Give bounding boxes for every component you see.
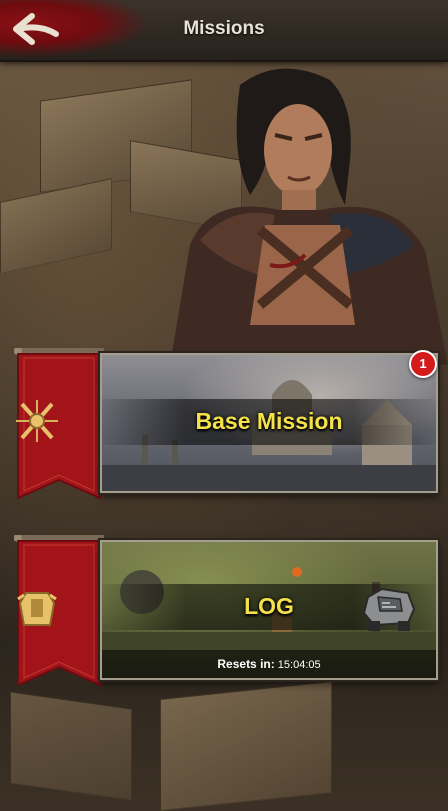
base-mission-banner xyxy=(14,348,104,508)
armored-vehicle-icon xyxy=(362,587,416,631)
log-banner xyxy=(14,535,104,695)
base-mission-card[interactable]: Base Mission xyxy=(100,353,438,493)
reset-label: Resets in: xyxy=(217,657,275,671)
top-bar: Missions xyxy=(0,0,448,62)
background-building xyxy=(0,178,112,274)
hero-character-image xyxy=(170,68,448,365)
background-building xyxy=(160,680,332,811)
base-mission-label: Base Mission xyxy=(195,408,343,434)
crossed-swords-emblem-icon xyxy=(16,400,58,442)
background-building xyxy=(10,691,132,801)
page-title: Missions xyxy=(183,18,265,39)
reset-timer-bar: Resets in: 15:04:05 xyxy=(102,650,436,678)
reset-timer: 15:04:05 xyxy=(277,659,321,671)
notification-badge: 1 xyxy=(409,350,437,378)
armor-emblem-icon xyxy=(17,592,57,626)
